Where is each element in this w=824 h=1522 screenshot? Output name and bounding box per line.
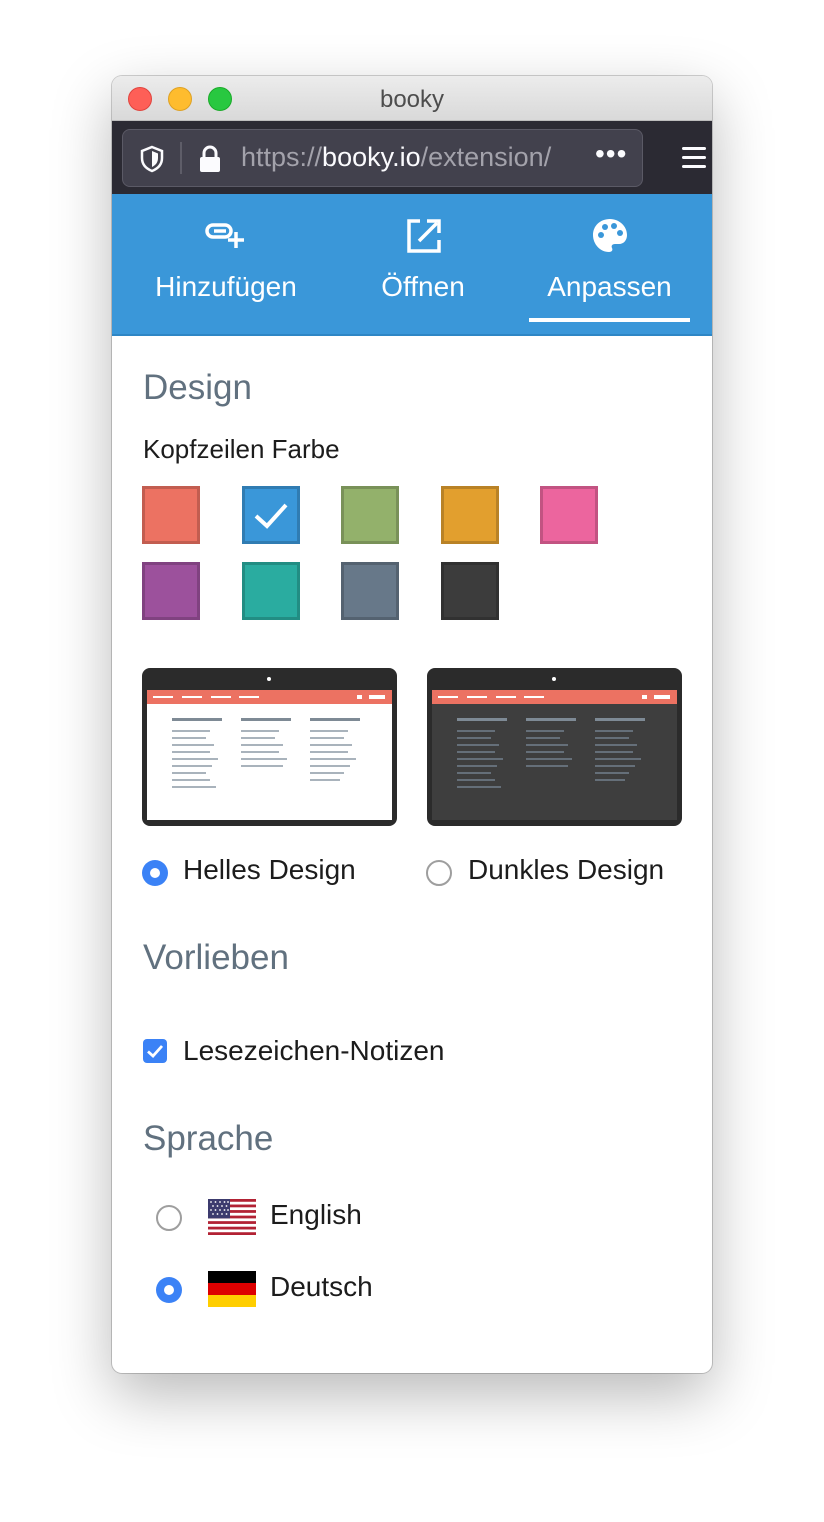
address-bar[interactable]: https://booky.io/extension/ ••• (122, 129, 643, 187)
dark-theme-preview[interactable] (427, 668, 682, 826)
english-radio[interactable] (156, 1205, 182, 1231)
color-swatch[interactable] (441, 486, 499, 544)
tab-add[interactable]: Hinzufügen (136, 194, 316, 334)
tab-add-label: Hinzufügen (155, 271, 297, 302)
active-tab-indicator (529, 318, 690, 322)
bookmark-notes-checkbox[interactable] (143, 1039, 167, 1063)
us-flag-icon (208, 1199, 256, 1235)
color-swatch-selected[interactable] (242, 486, 300, 544)
preferences-heading: Vorlieben (143, 938, 289, 977)
german-label[interactable]: Deutsch (270, 1271, 373, 1303)
url-text[interactable]: https://booky.io/extension/ (241, 142, 586, 173)
tab-customize-label: Anpassen (547, 271, 672, 302)
design-heading: Design (143, 368, 252, 407)
check-icon (254, 503, 288, 529)
color-swatch[interactable] (242, 562, 300, 620)
url-separator (180, 142, 182, 174)
language-heading: Sprache (143, 1119, 274, 1158)
tab-open[interactable]: Öffnen (348, 194, 498, 334)
add-link-icon (204, 216, 248, 257)
check-icon (147, 1045, 164, 1058)
light-theme-radio[interactable] (142, 860, 168, 886)
tab-customize[interactable]: Anpassen (529, 194, 690, 334)
extension-nav: Hinzufügen Öffnen Anpassen (112, 194, 712, 336)
open-external-icon (403, 216, 443, 261)
shield-icon[interactable] (139, 145, 165, 178)
tab-open-label: Öffnen (381, 271, 465, 302)
palette-icon (590, 216, 630, 261)
english-label[interactable]: English (270, 1199, 362, 1231)
light-theme-preview[interactable] (142, 668, 397, 826)
color-swatch[interactable] (540, 486, 598, 544)
url-toolbar: https://booky.io/extension/ ••• (112, 121, 712, 194)
lock-icon[interactable] (197, 144, 223, 179)
title-bar: booky (112, 76, 712, 121)
color-swatch[interactable] (441, 562, 499, 620)
bookmark-notes-label[interactable]: Lesezeichen-Notizen (183, 1035, 445, 1067)
header-color-label: Kopfzeilen Farbe (143, 434, 340, 464)
color-swatch[interactable] (341, 562, 399, 620)
browser-window: booky https://booky.io/extension/ ••• Hi… (112, 76, 712, 1373)
color-swatch[interactable] (142, 562, 200, 620)
light-theme-label[interactable]: Helles Design (183, 854, 356, 886)
menu-icon[interactable] (680, 145, 708, 176)
de-flag-icon (208, 1271, 256, 1307)
window-title: booky (379, 86, 445, 113)
color-swatch[interactable] (341, 486, 399, 544)
german-radio[interactable] (156, 1277, 182, 1303)
page-actions-button[interactable]: ••• (595, 138, 627, 170)
dark-theme-label[interactable]: Dunkles Design (468, 854, 664, 886)
color-swatch[interactable] (142, 486, 200, 544)
dark-theme-radio[interactable] (426, 860, 452, 886)
